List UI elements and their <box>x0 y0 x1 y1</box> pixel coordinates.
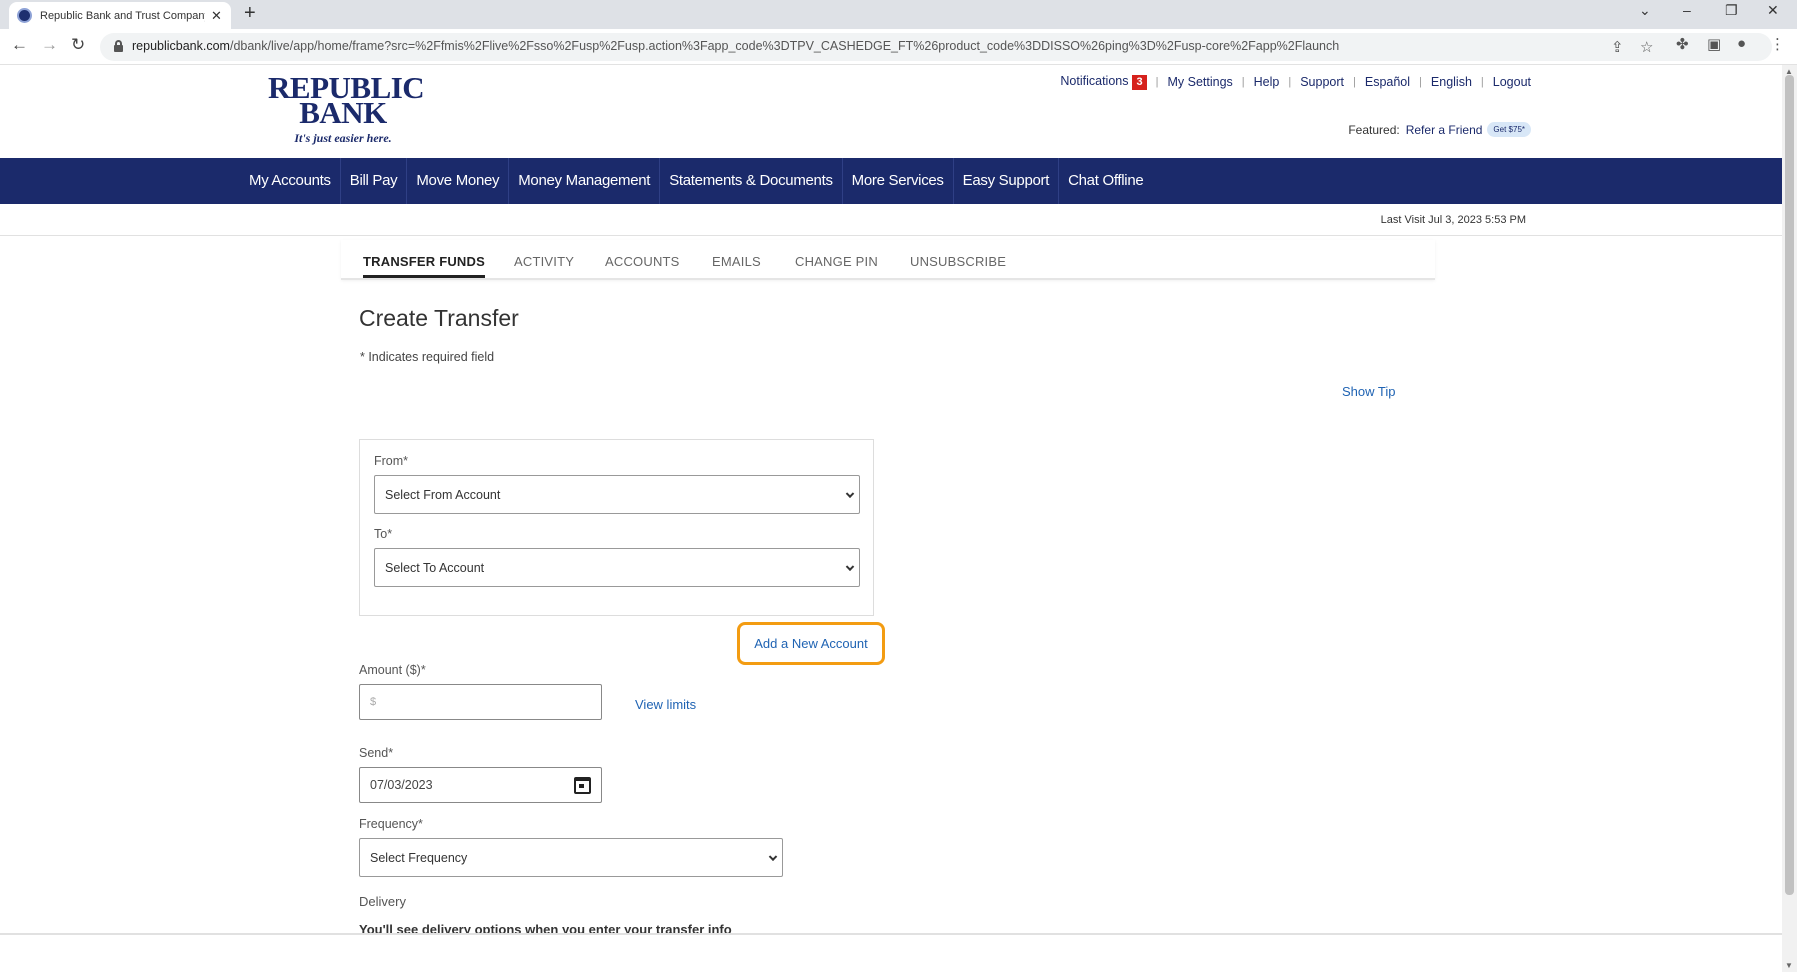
extensions-icon[interactable]: ✤ <box>1676 35 1689 53</box>
to-account-select[interactable]: Select To Account <box>374 548 860 587</box>
espanol-link[interactable]: Español <box>1365 75 1410 89</box>
page-scrollbar[interactable]: ▲ ▼ <box>1782 65 1797 972</box>
republic-bank-logo[interactable]: REPUBLIC BANK It's just easier here. <box>268 72 425 146</box>
frequency-select[interactable]: Select Frequency <box>359 838 783 877</box>
featured-promo: Featured: Refer a Friend Get $75* <box>1348 122 1531 137</box>
show-tip-link[interactable]: Show Tip <box>1342 384 1395 399</box>
profile-icon[interactable]: ● <box>1737 35 1746 52</box>
support-link[interactable]: Support <box>1300 75 1344 89</box>
nav-my-accounts[interactable]: My Accounts <box>240 158 341 204</box>
transfer-frame <box>0 235 1782 935</box>
amount-input[interactable]: $ <box>359 684 602 720</box>
tab-accounts[interactable]: ACCOUNTS <box>605 254 680 269</box>
from-label: From* <box>374 454 409 468</box>
reload-icon[interactable]: ↻ <box>71 35 85 55</box>
my-settings-link[interactable]: My Settings <box>1167 75 1232 89</box>
tab-search-icon[interactable]: ⌄ <box>1639 2 1651 19</box>
close-tab-icon[interactable]: ✕ <box>211 8 222 24</box>
view-limits-link[interactable]: View limits <box>635 697 696 712</box>
help-link[interactable]: Help <box>1254 75 1280 89</box>
transfer-sub-tabs: TRANSFER FUNDS ACTIVITY ACCOUNTS EMAILS … <box>341 240 1435 280</box>
divider <box>0 933 1782 934</box>
to-label: To* <box>374 527 393 541</box>
delivery-label: Delivery <box>359 894 406 909</box>
tab-title: Republic Bank and Trust Company <box>40 9 205 22</box>
notifications-link[interactable]: Notifications 3 <box>1060 74 1147 90</box>
side-panel-icon[interactable]: ▣ <box>1707 35 1721 53</box>
tab-transfer-funds[interactable]: TRANSFER FUNDS <box>363 254 485 278</box>
utility-nav: Notifications 3 | My Settings | Help | Su… <box>1060 74 1531 90</box>
account-selection-box: From* Select From Account To* Select To … <box>359 439 874 616</box>
browser-tab-strip: Republic Bank and Trust Company ✕ + ⌄ – … <box>0 0 1797 29</box>
promo-pill[interactable]: Get $75* <box>1487 122 1531 137</box>
browser-toolbar: ← → ↻ republicbank.com/dbank/live/app/ho… <box>0 29 1797 65</box>
chevron-down-icon <box>845 562 855 571</box>
featured-label: Featured: <box>1348 122 1400 137</box>
close-window-icon[interactable]: ✕ <box>1767 2 1779 19</box>
send-date-input[interactable]: 07/03/2023 <box>359 767 602 803</box>
address-bar[interactable]: republicbank.com/dbank/live/app/home/fra… <box>100 33 1772 61</box>
nav-chat-offline[interactable]: Chat Offline <box>1059 158 1152 204</box>
bookmark-star-icon[interactable]: ☆ <box>1640 38 1653 56</box>
nav-move-money[interactable]: Move Money <box>407 158 510 204</box>
logout-link[interactable]: Logout <box>1493 75 1531 89</box>
minimize-window-icon[interactable]: – <box>1683 2 1691 18</box>
from-account-select[interactable]: Select From Account <box>374 475 860 514</box>
scroll-down-arrow-icon[interactable]: ▼ <box>1785 961 1793 970</box>
tab-unsubscribe[interactable]: UNSUBSCRIBE <box>910 254 1006 269</box>
tab-emails[interactable]: EMAILS <box>712 254 761 269</box>
site-favicon-icon <box>17 8 32 23</box>
notifications-count-badge: 3 <box>1132 75 1147 90</box>
english-link[interactable]: English <box>1431 75 1472 89</box>
tab-change-pin[interactable]: CHANGE PIN <box>795 254 878 269</box>
share-icon[interactable]: ⇪ <box>1611 38 1624 56</box>
amount-label: Amount ($)* <box>359 663 426 677</box>
refer-a-friend-link[interactable]: Refer a Friend <box>1406 123 1483 137</box>
browser-menu-icon[interactable]: ⋮ <box>1770 35 1785 53</box>
nav-more-services[interactable]: More Services <box>843 158 954 204</box>
browser-tab[interactable]: Republic Bank and Trust Company ✕ <box>9 2 231 29</box>
required-field-note: * Indicates required field <box>360 350 495 364</box>
delivery-note: You'll see delivery options when you ent… <box>359 922 732 933</box>
frequency-label: Frequency* <box>359 817 423 831</box>
calendar-icon[interactable] <box>574 777 591 794</box>
url-text: republicbank.com/dbank/live/app/home/fra… <box>132 39 1340 53</box>
chevron-down-icon <box>845 489 855 498</box>
main-nav: My Accounts Bill Pay Move Money Money Ma… <box>0 158 1782 204</box>
restore-window-icon[interactable]: ❐ <box>1725 2 1738 19</box>
page-title: Create Transfer <box>359 305 519 331</box>
forward-arrow-icon[interactable]: → <box>41 35 58 55</box>
nav-bill-pay[interactable]: Bill Pay <box>341 158 408 204</box>
nav-statements-documents[interactable]: Statements & Documents <box>660 158 843 204</box>
tab-activity[interactable]: ACTIVITY <box>514 254 574 269</box>
send-label: Send* <box>359 746 394 760</box>
scroll-thumb[interactable] <box>1785 75 1794 895</box>
chevron-down-icon <box>768 852 778 861</box>
add-new-account-link[interactable]: Add a New Account <box>737 622 885 665</box>
new-tab-button[interactable]: + <box>244 2 256 25</box>
lock-icon <box>114 40 123 52</box>
back-arrow-icon[interactable]: ← <box>11 35 28 55</box>
nav-money-management[interactable]: Money Management <box>509 158 661 204</box>
web-page: REPUBLIC BANK It's just easier here. Not… <box>0 65 1782 972</box>
last-visit-text: Last Visit Jul 3, 2023 5:53 PM <box>1380 214 1526 226</box>
nav-easy-support[interactable]: Easy Support <box>954 158 1060 204</box>
